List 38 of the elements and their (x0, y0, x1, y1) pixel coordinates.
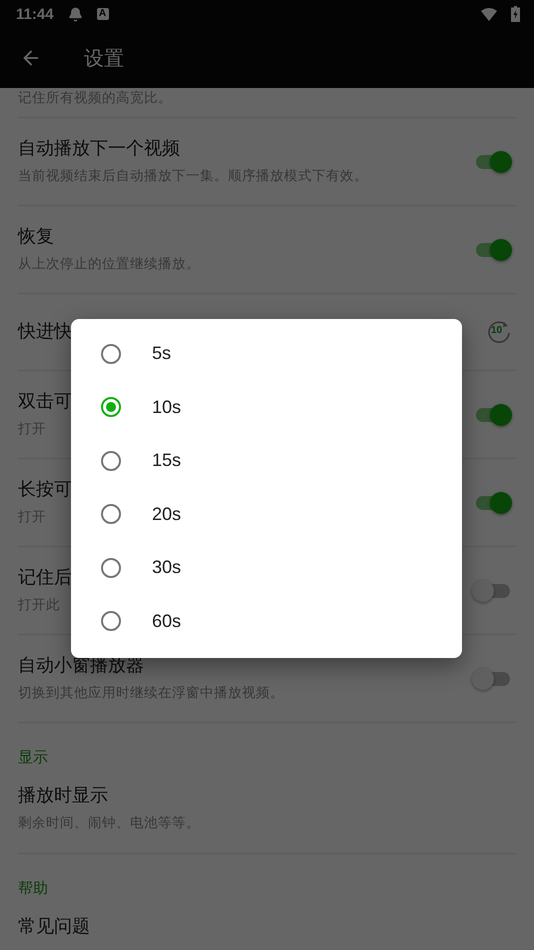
icon-number: 10 (491, 325, 502, 337)
setting-title: 自动播放下一个视频 (18, 137, 180, 161)
radio-button[interactable] (101, 504, 121, 524)
radio-button[interactable] (101, 611, 121, 632)
toggle-switch[interactable] (472, 668, 512, 690)
setting-title: 长按可 (18, 478, 72, 502)
radio-button[interactable] (101, 397, 121, 418)
section-header: 帮助 (18, 878, 49, 899)
option-row[interactable]: 30s (71, 541, 462, 594)
option-label: 10s (152, 396, 182, 418)
notification-icon: A (96, 8, 109, 20)
toggle-switch[interactable] (472, 580, 512, 602)
radio-button[interactable] (101, 344, 121, 364)
setting-title: 记住后 (18, 566, 72, 590)
setting-title: 常见问题 (18, 915, 90, 939)
option-label: 30s (152, 557, 182, 578)
option-label: 60s (152, 610, 182, 632)
replay-arrow-icon[interactable] (486, 319, 512, 345)
battery-icon (511, 6, 520, 22)
option-row[interactable]: 10s (71, 380, 462, 434)
setting-title: 播放时显示 (18, 784, 108, 808)
section-header: 显示 (18, 747, 49, 768)
option-row[interactable]: 20s (71, 488, 462, 541)
status-time: 11:44 (16, 6, 54, 22)
option-label: 15s (152, 450, 182, 472)
wifi-icon (481, 8, 497, 20)
option-row[interactable]: 60s (71, 594, 462, 648)
setting-title: 快进快 (18, 320, 72, 344)
option-label: 5s (152, 343, 172, 364)
setting-title: 恢复 (18, 225, 54, 249)
setting-title: 双击可 (18, 390, 72, 414)
option-row[interactable]: 5s (71, 327, 462, 380)
radio-button[interactable] (101, 558, 121, 578)
page-title: 设置 (84, 44, 124, 72)
option-label: 20s (152, 504, 182, 525)
bell-icon (68, 6, 83, 22)
radio-button[interactable] (101, 450, 121, 471)
option-row[interactable]: 15s (71, 434, 462, 488)
